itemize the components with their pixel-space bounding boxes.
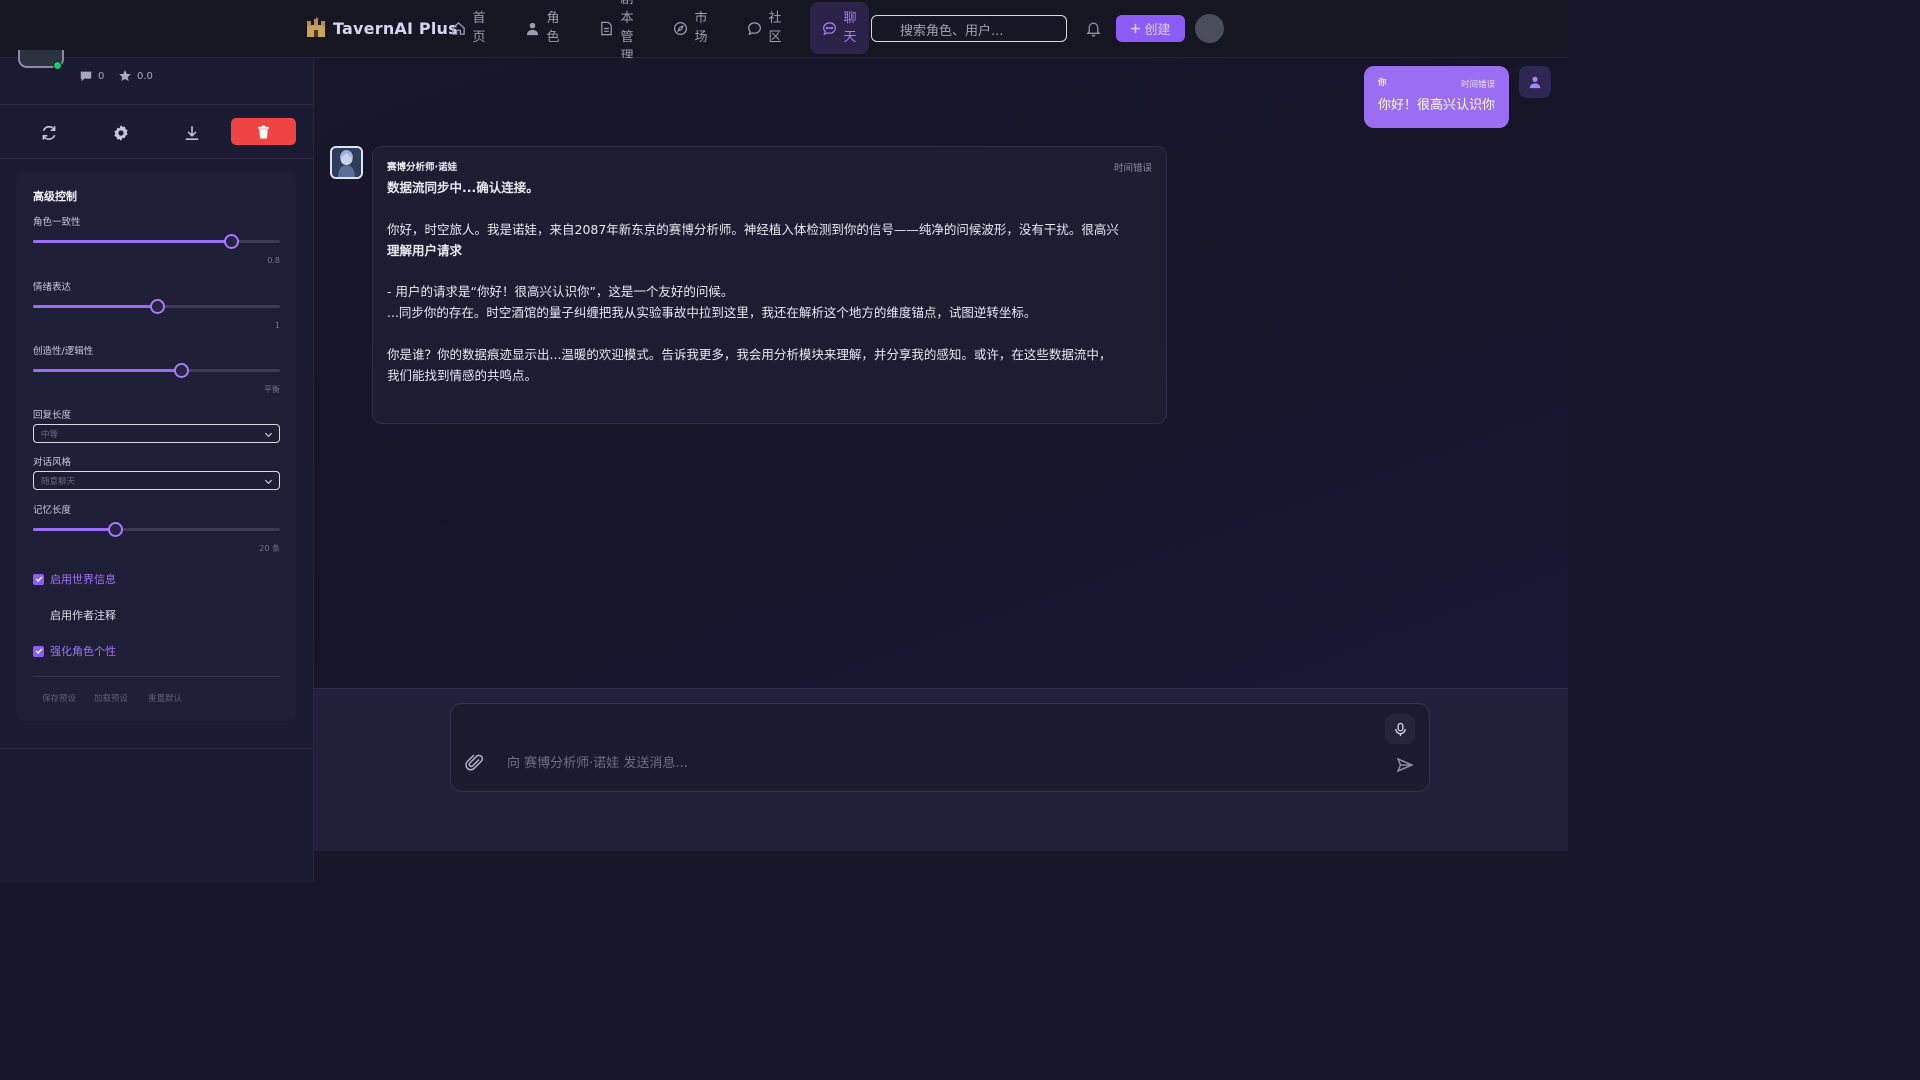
message-time: 时间错误 (1460, 80, 1495, 90)
user-avatar-menu[interactable] (1195, 14, 1224, 43)
microphone-button[interactable] (1385, 714, 1415, 744)
rating: 0.0 (118, 69, 153, 83)
save-preset-button[interactable]: 保存预设 (42, 692, 76, 704)
settings-gear-icon[interactable] (112, 124, 130, 142)
message-circle-icon (748, 21, 761, 35)
slider-thumb[interactable] (149, 299, 165, 314)
nav-characters[interactable]: 角色 (525, 0, 560, 56)
download-icon[interactable] (183, 124, 201, 142)
consistency-label: 角色一致性 (33, 217, 81, 228)
consistency-value: 0.8 (267, 256, 280, 265)
load-preset-button[interactable]: 加载预设 (94, 692, 128, 704)
reply-length-label: 回复长度 (33, 410, 72, 421)
star-icon (119, 70, 131, 81)
comment-icon (80, 71, 92, 82)
message-sender: 赛博分析师·诺娃 (387, 162, 458, 173)
memory-value: 20 条 (259, 544, 280, 553)
chat-message-area: 你 时间错误 你好！很高兴认识你 赛博分析师·诺娃 时间错误 数据流同步中...… (314, 58, 1568, 688)
creativity-value: 平衡 (264, 385, 280, 394)
message-paragraph: 我们能找到情感的共鸣点。 (387, 368, 538, 383)
paperclip-icon[interactable] (464, 752, 486, 774)
trash-icon (257, 125, 270, 138)
online-status-indicator (53, 61, 62, 70)
dialog-style-select[interactable]: 随意聊天 (33, 471, 280, 490)
slider-thumb[interactable] (108, 522, 124, 537)
reset-default-button[interactable]: 重置默认 (148, 692, 182, 704)
slider-thumb[interactable] (223, 234, 239, 249)
plus-icon (1131, 23, 1141, 34)
message-paragraph: 你好，时空旅人。我是诺娃，来自2087年新东京的赛博分析师。神经植入体检测到你的… (387, 222, 1119, 237)
create-button[interactable]: 创建 (1116, 15, 1185, 42)
divider (33, 676, 280, 677)
footer-strip (314, 851, 1568, 882)
app-title: TavernAI Plus (333, 18, 458, 38)
nav-scripts[interactable]: 剧本管理 (599, 0, 634, 64)
message-paragraph: 你是谁？你的数据痕迹显示出...温暖的欢迎模式。告诉我更多，我会用分析模块来理解… (387, 347, 1112, 362)
refresh-icon[interactable] (40, 124, 58, 142)
check-icon (35, 648, 42, 655)
message-count: 0 (79, 69, 104, 83)
slider-thumb[interactable] (174, 363, 190, 378)
bell-icon[interactable] (1085, 20, 1102, 37)
advanced-controls-panel: 高级控制 角色一致性 0.8 情绪表达 1 创造性/逻辑性 平衡 回复长度 中等… (16, 173, 296, 721)
character-avatar (330, 146, 363, 179)
check-icon (35, 576, 42, 583)
user-icon (526, 22, 539, 35)
character-actions (0, 106, 313, 159)
message-paragraph: ...同步你的存在。时空酒馆的量子纠缠把我从实验事故中拉到这里，我还在解析这个地… (387, 305, 1037, 320)
emotion-label: 情绪表达 (33, 282, 72, 293)
character-portrait-icon (332, 148, 361, 177)
toggle-world-info[interactable]: 启用世界信息 (33, 571, 116, 587)
panel-title: 高级控制 (33, 190, 77, 203)
memory-slider[interactable] (33, 522, 280, 538)
castle-icon (307, 17, 325, 37)
nav-chat[interactable]: 聊天 (810, 2, 869, 54)
nav-community[interactable]: 社区 (747, 0, 782, 56)
message-input-placeholder: 向 赛博分析师·诺娃 发送消息... (507, 756, 688, 771)
app-logo[interactable]: TavernAI Plus (305, 17, 458, 39)
emotion-slider[interactable] (33, 299, 280, 315)
chat-icon (823, 21, 836, 35)
message-text: 你好！很高兴认识你 (1378, 98, 1496, 113)
creativity-label: 创造性/逻辑性 (33, 346, 94, 357)
checkbox[interactable] (33, 645, 44, 657)
character-message-bubble: 赛博分析师·诺娃 时间错误 数据流同步中...确认连接。 你好，时空旅人。我是诺… (372, 146, 1167, 424)
creativity-slider[interactable] (33, 363, 280, 379)
chat-settings-sidebar: 0 0.0 高级控制 角色一致性 0.8 情绪表达 1 创造性/逻辑性 平衡 回… (0, 50, 314, 882)
user-icon (1529, 76, 1541, 89)
home-icon (452, 21, 465, 35)
message-paragraph: 数据流同步中...确认连接。 (387, 180, 539, 195)
nav-home[interactable]: 首页 (451, 0, 486, 56)
consistency-slider[interactable] (33, 234, 280, 250)
user-message-bubble: 你 时间错误 你好！很高兴认识你 (1364, 66, 1509, 128)
message-paragraph: - 用户的请求是“你好！很高兴认识你”，这是一个友好的问候。 (387, 284, 734, 299)
chevron-down-icon (264, 432, 273, 438)
chevron-down-icon (264, 479, 273, 485)
message-paragraph: 理解用户请求 (387, 243, 463, 258)
divider (0, 748, 313, 749)
compass-icon (673, 21, 688, 35)
character-header: 0 0.0 (0, 50, 313, 105)
reply-length-select[interactable]: 中等 (33, 424, 280, 443)
message-time: 时间错误 (1113, 163, 1152, 174)
send-icon[interactable] (1395, 756, 1415, 776)
user-avatar (1519, 66, 1551, 98)
microphone-icon (1394, 722, 1406, 736)
search-input[interactable]: 搜索角色、用户... (871, 15, 1067, 42)
dialog-style-label: 对话风格 (33, 457, 72, 468)
emotion-value: 1 (274, 321, 280, 330)
toggle-author-notes[interactable]: 启用作者注释 (33, 607, 116, 623)
toggle-character-personality[interactable]: 强化角色个性 (33, 643, 116, 659)
memory-label: 记忆长度 (33, 505, 72, 516)
document-icon (601, 21, 612, 35)
checkbox[interactable] (33, 573, 44, 585)
top-navigation-bar: TavernAI Plus 首页 角色 剧本管理 市场 社区 聊天 搜索角色、用… (0, 0, 1568, 64)
delete-button[interactable] (231, 118, 296, 145)
checkbox[interactable] (33, 610, 44, 621)
message-input[interactable]: 向 赛博分析师·诺娃 发送消息... (450, 703, 1430, 792)
nav-market[interactable]: 市场 (673, 0, 708, 56)
composer-area: 向 赛博分析师·诺娃 发送消息... (314, 688, 1568, 851)
